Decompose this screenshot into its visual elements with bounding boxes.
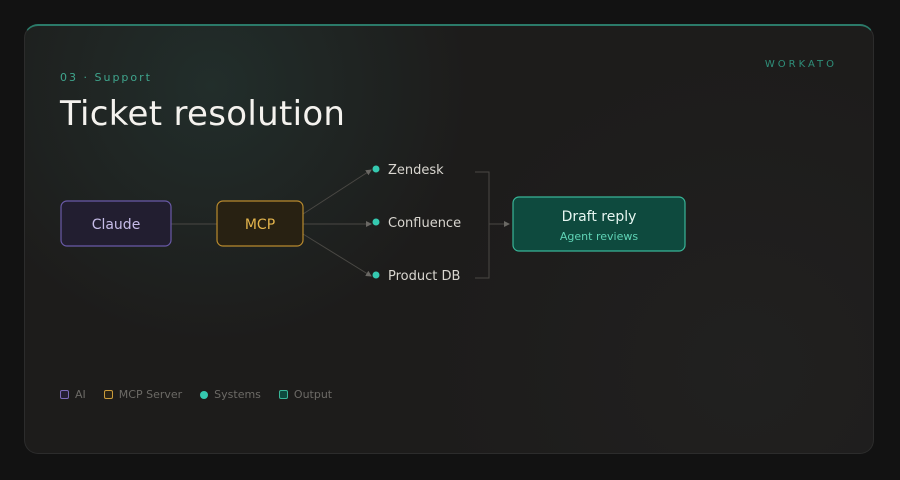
legend-swatch-ai — [60, 390, 69, 399]
legend-label-systems: Systems — [214, 388, 261, 401]
edge-mcp-productdb — [302, 233, 372, 277]
legend: AI MCP Server Systems Output — [60, 388, 350, 401]
system-confluence[interactable]: Confluence — [372, 216, 462, 231]
system-productdb[interactable]: Product DB — [372, 269, 461, 284]
legend-label-output: Output — [293, 388, 333, 401]
legend-label-ai: AI — [75, 388, 86, 401]
system-dot — [372, 165, 380, 173]
mcp-node[interactable]: MCP — [216, 200, 304, 247]
legend-swatch-output — [278, 390, 288, 399]
legend-swatch-systems — [200, 390, 209, 399]
output-title: Draft reply — [562, 209, 637, 225]
edge-mcp-zendesk — [302, 169, 372, 215]
ai-node-label: Claude — [92, 217, 141, 233]
system-dot — [372, 218, 380, 226]
system-label: Product DB — [388, 269, 460, 284]
mcp-node-label: MCP — [245, 217, 275, 233]
slide-card: 03 · Support WORKATO Ticket resolution C… — [24, 24, 874, 454]
ai-node-claude[interactable]: Claude — [60, 200, 172, 247]
output-node-draft-reply[interactable]: Draft reply Agent reviews — [512, 196, 686, 252]
legend-item-ai: AI — [60, 388, 86, 401]
systems-bracket — [475, 171, 490, 279]
system-label: Confluence — [388, 216, 461, 231]
legend-item-mcp: MCP Server — [103, 388, 183, 401]
legend-label-mcp: MCP Server — [118, 388, 183, 401]
legend-swatch-mcp — [103, 390, 113, 399]
output-subtitle: Agent reviews — [560, 230, 638, 243]
system-zendesk[interactable]: Zendesk — [372, 163, 445, 178]
system-dot — [372, 271, 380, 279]
legend-item-systems: Systems — [200, 388, 261, 401]
legend-item-output: Output — [278, 388, 333, 401]
system-label: Zendesk — [388, 163, 444, 178]
